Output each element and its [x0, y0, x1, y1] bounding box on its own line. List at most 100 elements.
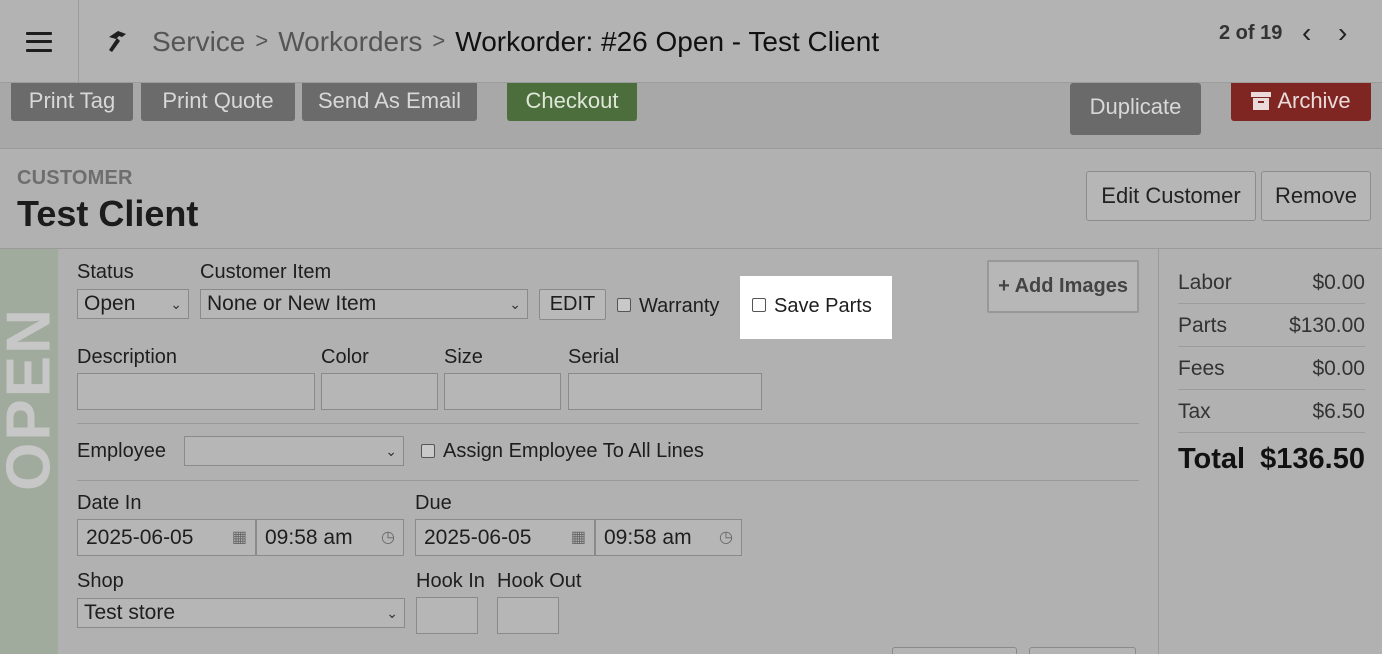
pager-count: 2 of 19: [1219, 22, 1283, 44]
serial-label: Serial: [568, 346, 620, 368]
calendar-icon: ▦: [231, 529, 247, 546]
size-label: Size: [444, 346, 483, 368]
hamburger-icon: [26, 31, 52, 52]
status-select-value: Open: [84, 292, 136, 315]
serial-input[interactable]: [568, 373, 762, 410]
assign-employee-label: Assign Employee To All Lines: [443, 440, 704, 462]
date-in-date-value: 2025-06-05: [86, 526, 194, 549]
customer-item-label: Customer Item: [200, 261, 332, 283]
top-bar: Service > Workorders > Workorder: #26 Open -…: [0, 0, 1382, 83]
edit-customer-button[interactable]: Edit Customer: [1086, 171, 1256, 221]
chevron-down-icon: ⌄: [386, 605, 398, 621]
breadcrumb-workorders[interactable]: Workorders: [278, 26, 422, 57]
save-parts-label: Save Parts: [774, 295, 872, 317]
status-strip: OPEN: [0, 249, 58, 654]
workorder-form: Status Open ⌄ Customer Item None or New I…: [58, 249, 1158, 654]
status-select[interactable]: Open ⌄: [77, 289, 189, 319]
due-date-input[interactable]: 2025-06-05 ▦: [415, 519, 595, 556]
hook-in-input[interactable]: [416, 597, 478, 634]
employee-select[interactable]: ⌄: [184, 436, 404, 466]
totals-row-fees: Fees $0.00: [1178, 347, 1365, 390]
save-parts-checkbox[interactable]: [752, 298, 766, 312]
breadcrumb-service[interactable]: Service: [152, 26, 245, 57]
add-images-label: Add Images: [1014, 275, 1128, 297]
calendar-icon: ▦: [570, 529, 586, 546]
color-input[interactable]: [321, 373, 438, 410]
page-title: Workorder: #26 Open - Test Client: [455, 26, 880, 57]
partial-button[interactable]: [1029, 647, 1136, 654]
clock-icon: ◷: [719, 529, 733, 546]
chevron-right-icon: >: [432, 28, 446, 53]
print-quote-button[interactable]: Print Quote: [141, 83, 295, 121]
totals-row-total: Total $136.50: [1178, 434, 1365, 484]
hook-in-label: Hook In: [416, 570, 485, 592]
archive-button[interactable]: Archive: [1231, 83, 1371, 121]
warranty-label: Warranty: [639, 295, 720, 317]
hook-out-input[interactable]: [497, 597, 559, 634]
date-in-date-input[interactable]: 2025-06-05 ▦: [77, 519, 256, 556]
due-time-input[interactable]: 09:58 am ◷: [595, 519, 742, 556]
next-icon[interactable]: ›: [1338, 19, 1347, 47]
description-label: Description: [77, 346, 178, 368]
due-time-value: 09:58 am: [604, 526, 692, 549]
assign-employee-checkbox[interactable]: [421, 444, 435, 458]
shop-select[interactable]: Test store ⌄: [77, 598, 405, 628]
shop-label: Shop: [77, 570, 124, 592]
total-label: Total: [1178, 443, 1246, 475]
previous-icon[interactable]: ‹: [1302, 19, 1311, 47]
total-value: $136.50: [1260, 443, 1365, 475]
totals-value: $130.00: [1289, 314, 1365, 337]
action-toolbar: Print Tag Print Quote Send As Email Chec…: [0, 83, 1382, 149]
date-in-time-value: 09:58 am: [265, 526, 353, 549]
save-parts-highlight: Save Parts: [740, 276, 892, 339]
color-label: Color: [321, 346, 369, 368]
date-in-label: Date In: [77, 492, 142, 514]
totals-value: $0.00: [1312, 357, 1365, 380]
hamburger-menu-button[interactable]: [0, 0, 79, 83]
hook-out-label: Hook Out: [497, 570, 582, 592]
duplicate-button[interactable]: Duplicate: [1070, 83, 1201, 135]
print-tag-button[interactable]: Print Tag: [11, 83, 133, 121]
remove-customer-button[interactable]: Remove: [1261, 171, 1371, 221]
customer-item-select[interactable]: None or New Item ⌄: [200, 289, 528, 319]
plus-icon: +: [998, 275, 1010, 297]
description-input[interactable]: [77, 373, 315, 410]
customer-name: Test Client: [17, 193, 199, 234]
archive-label: Archive: [1277, 88, 1351, 113]
add-images-button[interactable]: + Add Images: [987, 260, 1139, 313]
partial-button[interactable]: [892, 647, 1017, 654]
customer-section: CUSTOMER Test Client Edit Customer Remov…: [0, 149, 1382, 249]
clock-icon: ◷: [381, 529, 395, 546]
breadcrumb: Service > Workorders > Workorder: #26 Open -…: [152, 22, 879, 64]
due-date-value: 2025-06-05: [424, 526, 532, 549]
divider: [77, 423, 1139, 424]
checkout-button[interactable]: Checkout: [507, 83, 637, 121]
totals-value: $6.50: [1312, 400, 1365, 423]
totals-value: $0.00: [1312, 271, 1365, 294]
customer-item-value: None or New Item: [207, 292, 377, 315]
edit-item-button[interactable]: EDIT: [539, 289, 606, 320]
totals-label: Fees: [1178, 357, 1225, 380]
customer-heading: CUSTOMER: [17, 167, 133, 189]
totals-row-labor: Labor $0.00: [1178, 261, 1365, 304]
chevron-down-icon: ⌄: [385, 443, 397, 459]
warranty-checkbox[interactable]: [617, 298, 631, 312]
archive-icon: [1251, 92, 1272, 110]
totals-row-tax: Tax $6.50: [1178, 390, 1365, 433]
chevron-down-icon: ⌄: [509, 296, 521, 312]
size-input[interactable]: [444, 373, 561, 410]
totals-row-parts: Parts $130.00: [1178, 304, 1365, 347]
send-as-email-button[interactable]: Send As Email: [302, 83, 477, 121]
totals-label: Tax: [1178, 400, 1211, 423]
divider: [77, 480, 1139, 481]
totals-panel: Labor $0.00 Parts $130.00 Fees $0.00 Tax…: [1158, 249, 1382, 654]
chevron-down-icon: ⌄: [170, 296, 182, 312]
status-label: Status: [77, 261, 134, 283]
totals-label: Parts: [1178, 314, 1228, 337]
hammer-icon: [109, 31, 126, 52]
status-strip-text: OPEN: [0, 307, 58, 491]
date-in-time-input[interactable]: 09:58 am ◷: [256, 519, 404, 556]
totals-label: Labor: [1178, 271, 1232, 294]
shop-select-value: Test store: [84, 601, 176, 624]
employee-label: Employee: [77, 440, 166, 462]
